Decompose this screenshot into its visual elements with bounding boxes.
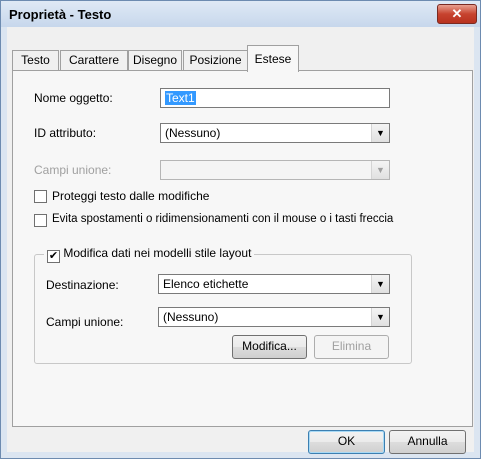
delete-button: Elimina bbox=[314, 335, 389, 359]
layout-merge-fields-select[interactable]: (Nessuno) ▼ bbox=[158, 307, 390, 327]
layout-merge-fields-value: (Nessuno) bbox=[163, 310, 219, 324]
layout-style-legend: ✔ Modifica dati nei modelli stile layout bbox=[44, 246, 255, 263]
layout-style-checkbox[interactable]: ✔ bbox=[47, 250, 60, 263]
object-name-label: Nome oggetto: bbox=[34, 91, 113, 105]
chevron-down-icon[interactable]: ▼ bbox=[371, 124, 389, 142]
chevron-down-icon: ▼ bbox=[371, 161, 389, 179]
chevron-down-icon[interactable]: ▼ bbox=[371, 308, 389, 326]
cancel-button[interactable]: Annulla bbox=[389, 430, 466, 454]
destination-select[interactable]: Elenco etichette ▼ bbox=[158, 274, 390, 294]
merge-fields-label-disabled: Campi unione: bbox=[34, 163, 112, 177]
layout-merge-fields-label: Campi unione: bbox=[46, 315, 124, 329]
destination-label: Destinazione: bbox=[46, 278, 119, 292]
ok-button[interactable]: OK bbox=[308, 430, 385, 454]
destination-value: Elenco etichette bbox=[163, 277, 249, 291]
layout-style-legend-text: Modifica dati nei modelli stile layout bbox=[63, 246, 252, 260]
protect-text-label: Proteggi testo dalle modifiche bbox=[52, 189, 210, 203]
checkmark-icon: ✔ bbox=[48, 250, 59, 262]
chevron-down-icon[interactable]: ▼ bbox=[371, 275, 389, 293]
merge-fields-select-disabled: ▼ bbox=[160, 160, 390, 180]
attribute-id-value: (Nessuno) bbox=[165, 126, 221, 140]
attribute-id-select[interactable]: (Nessuno) ▼ bbox=[160, 123, 390, 143]
edit-button[interactable]: Modifica... bbox=[232, 335, 307, 359]
attribute-id-label: ID attributo: bbox=[34, 126, 97, 140]
object-name-value: Text1 bbox=[165, 91, 196, 105]
avoid-move-label: Evita spostamenti o ridimensionamenti co… bbox=[52, 213, 394, 225]
avoid-move-checkbox[interactable] bbox=[34, 214, 47, 227]
protect-text-checkbox[interactable] bbox=[34, 190, 47, 203]
object-name-field[interactable]: Text1 bbox=[160, 88, 390, 108]
